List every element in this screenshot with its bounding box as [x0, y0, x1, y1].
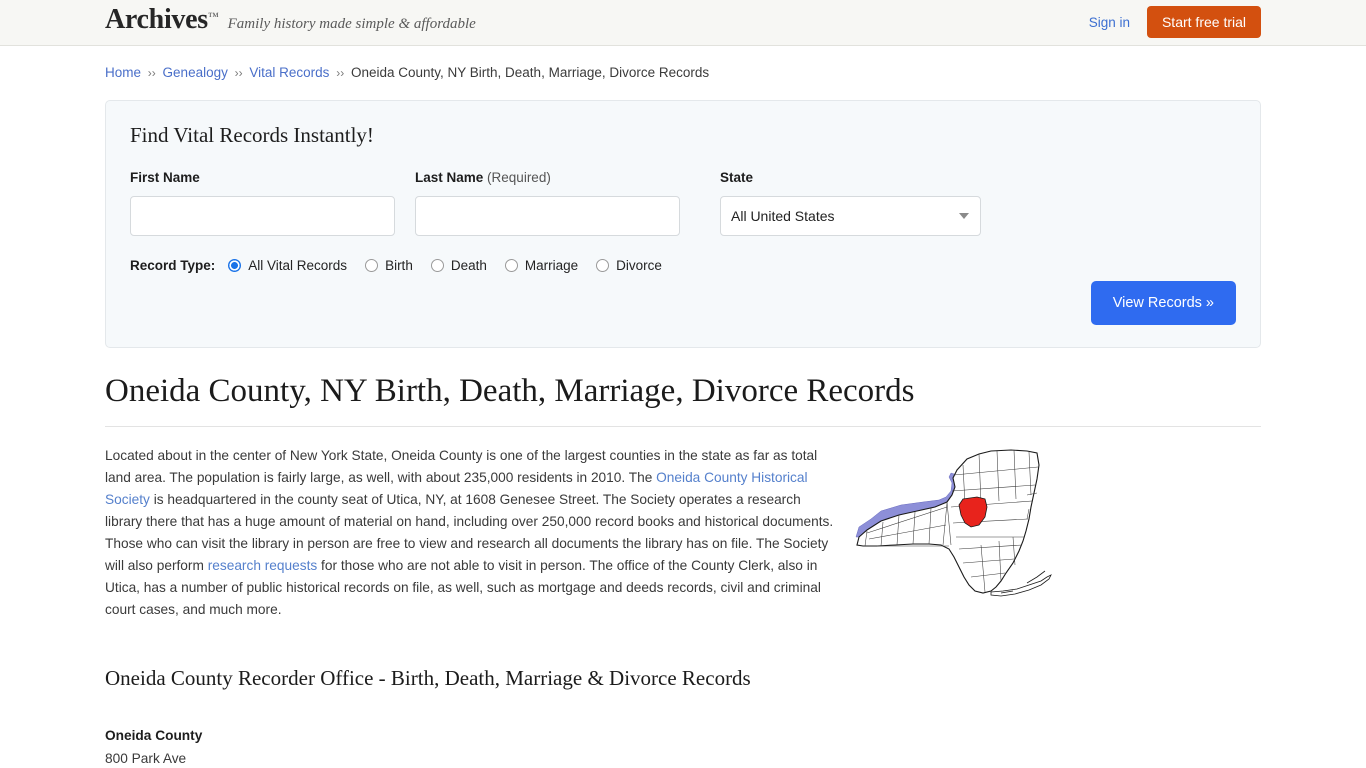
- record-type-row: Record Type: All Vital Records Birth Dea…: [130, 258, 1236, 273]
- article-section: Located about in the center of New York …: [105, 445, 1261, 621]
- state-outline: [856, 449, 1040, 594]
- research-requests-link[interactable]: research requests: [208, 558, 318, 573]
- breadcrumb-separator: ››: [147, 66, 156, 80]
- site-header: Archives ™ Family history made simple & …: [0, 0, 1366, 46]
- radio-all-vital-records[interactable]: All Vital Records: [228, 258, 347, 273]
- radio-birth[interactable]: Birth: [365, 258, 413, 273]
- brand-tagline: Family history made simple & affordable: [227, 16, 476, 32]
- vital-records-search-panel: Find Vital Records Instantly! First Name…: [105, 100, 1261, 348]
- breadcrumb-item-vital-records[interactable]: Vital Records: [249, 65, 329, 80]
- last-name-field-group: Last Name (Required): [415, 170, 680, 236]
- new-york-state-map-svg: [855, 449, 1052, 596]
- trademark-symbol: ™: [207, 11, 219, 23]
- page-container: Home ›› Genealogy ›› Vital Records ›› On…: [105, 46, 1261, 768]
- brand-name: Archives: [105, 4, 208, 35]
- state-select-wrapper: All United States: [720, 196, 981, 236]
- recorder-office-address: Oneida County 800 Park Ave County Office…: [105, 724, 1261, 768]
- radio-label: Birth: [385, 258, 413, 273]
- new-york-county-map-image: [851, 445, 1056, 605]
- address-line-1: 800 Park Ave: [105, 750, 187, 766]
- breadcrumb-separator: ››: [234, 66, 243, 80]
- state-label: State: [720, 170, 754, 185]
- header-inner: Archives ™ Family history made simple & …: [105, 0, 1261, 45]
- state-selected-value: All United States: [731, 208, 835, 224]
- view-records-button[interactable]: View Records »: [1090, 281, 1236, 325]
- last-name-required-note: (Required): [487, 170, 551, 185]
- radio-label: Marriage: [524, 258, 579, 273]
- first-name-input[interactable]: [130, 196, 395, 236]
- search-panel-title: Find Vital Records Instantly!: [130, 123, 374, 147]
- record-type-label: Record Type:: [130, 258, 216, 273]
- last-name-label-text: Last Name: [415, 170, 484, 185]
- radio-divorce[interactable]: Divorce: [596, 258, 662, 273]
- recorder-office-heading: Oneida County Recorder Office - Birth, D…: [105, 665, 751, 690]
- radio-icon[interactable]: [504, 259, 518, 272]
- radio-label: Divorce: [616, 258, 662, 273]
- radio-label: All Vital Records: [248, 258, 348, 273]
- breadcrumb: Home ›› Genealogy ›› Vital Records ›› On…: [105, 46, 1261, 82]
- address-county-name: Oneida County: [105, 727, 203, 743]
- header-actions: Sign in Start free trial: [1089, 6, 1261, 38]
- page-title: Oneida County, NY Birth, Death, Marriage…: [105, 372, 1261, 427]
- breadcrumb-separator: ››: [336, 66, 345, 80]
- breadcrumb-item-home[interactable]: Home: [105, 65, 141, 80]
- last-name-input[interactable]: [415, 196, 680, 236]
- radio-icon[interactable]: [430, 259, 444, 272]
- breadcrumb-item-genealogy[interactable]: Genealogy: [163, 65, 228, 80]
- radio-marriage[interactable]: Marriage: [504, 258, 579, 273]
- last-name-label: Last Name (Required): [415, 170, 680, 185]
- state-field-group: State All United States: [720, 170, 981, 236]
- start-free-trial-button[interactable]: Start free trial: [1146, 6, 1261, 38]
- radio-icon[interactable]: [365, 259, 379, 272]
- radio-icon[interactable]: [228, 259, 242, 272]
- first-name-field-group: First Name: [130, 170, 395, 236]
- state-select[interactable]: All United States: [720, 196, 981, 236]
- radio-icon[interactable]: [596, 259, 610, 272]
- search-fields-row: First Name Last Name (Required) State Al…: [130, 170, 1236, 236]
- radio-label: Death: [450, 258, 487, 273]
- site-logo[interactable]: Archives ™ Family history made simple & …: [105, 6, 476, 34]
- first-name-label: First Name: [130, 170, 200, 185]
- radio-death[interactable]: Death: [430, 258, 487, 273]
- article-paragraph: Located about in the center of New York …: [105, 445, 841, 621]
- breadcrumb-current-page: Oneida County, NY Birth, Death, Marriage…: [350, 65, 710, 80]
- sign-in-link[interactable]: Sign in: [1089, 15, 1130, 30]
